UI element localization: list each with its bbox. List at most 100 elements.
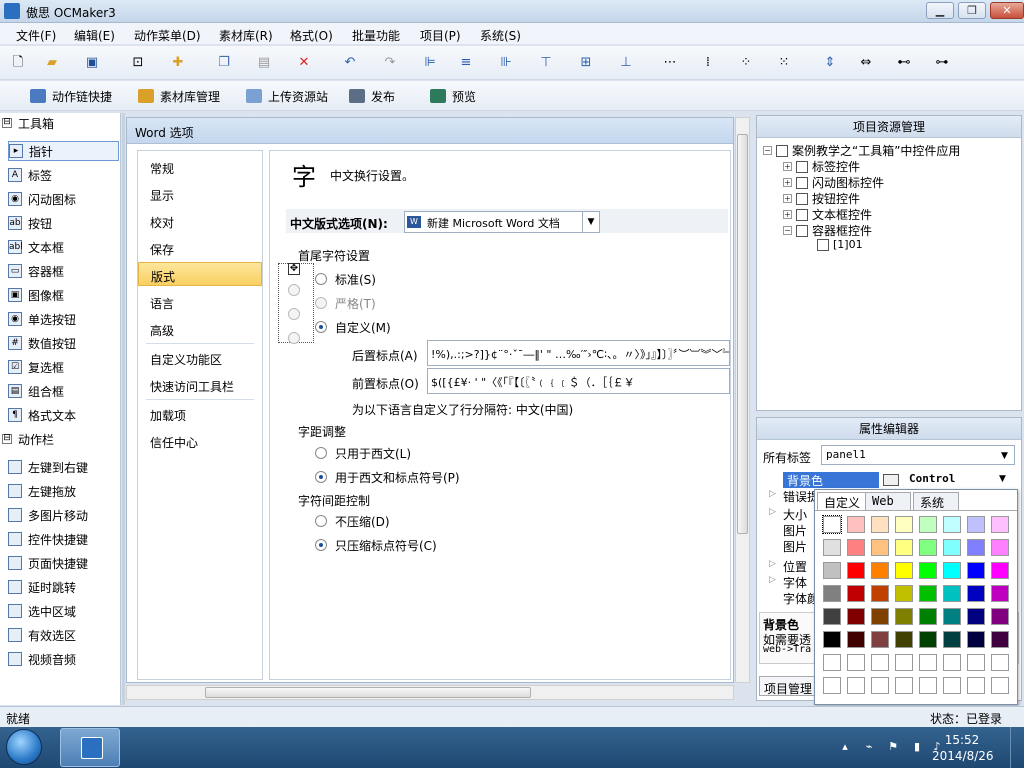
expand-arrow-icon[interactable]: ▷: [769, 575, 776, 585]
nav-customize-ribbon[interactable]: 自定义功能区: [138, 346, 262, 370]
color-swatch[interactable]: [943, 608, 961, 625]
object-select[interactable]: panel1: [821, 445, 1015, 465]
color-swatch[interactable]: [943, 516, 961, 533]
tool-checkbox[interactable]: ☑ 复选框: [8, 357, 64, 377]
color-swatch[interactable]: [895, 516, 913, 533]
tool-combobox[interactable]: ▤ 组合框: [8, 381, 64, 401]
action-delay-jump[interactable]: 延时跳转: [8, 577, 76, 597]
color-swatch[interactable]: [991, 677, 1009, 694]
expand-arrow-icon[interactable]: ▷: [769, 507, 776, 517]
copy-icon[interactable]: ❐: [216, 55, 232, 71]
expand-arrow-icon[interactable]: ▷: [769, 489, 776, 499]
horizontal-scrollbar[interactable]: [126, 685, 734, 700]
color-swatch[interactable]: [823, 631, 841, 648]
align-right-icon[interactable]: ⊪: [498, 55, 514, 71]
color-swatch[interactable]: [871, 677, 889, 694]
usb-icon[interactable]: ⌁: [862, 741, 876, 753]
action-video-audio[interactable]: 视频音频: [8, 649, 76, 669]
collapse-icon[interactable]: ⊟: [2, 118, 12, 128]
h-distribute-icon[interactable]: ⋯: [662, 55, 678, 71]
color-swatch[interactable]: [943, 562, 961, 579]
color-swatch[interactable]: [943, 585, 961, 602]
expand-arrow-icon[interactable]: ▷: [769, 559, 776, 569]
actionbar-header[interactable]: ⊟ 动作栏: [2, 429, 54, 449]
color-swatch[interactable]: [847, 562, 865, 579]
color-swatch[interactable]: [919, 677, 937, 694]
action-shortcut-button[interactable]: 动作链快捷: [30, 87, 112, 105]
color-swatch[interactable]: [871, 654, 889, 671]
radio-spacing-none[interactable]: [315, 515, 327, 527]
undo-icon[interactable]: ↶: [342, 55, 358, 71]
collapse-icon[interactable]: ⊟: [2, 434, 12, 444]
color-swatch[interactable]: [895, 585, 913, 602]
expand-icon[interactable]: +: [783, 210, 792, 219]
align-center-icon[interactable]: ≡: [458, 55, 474, 71]
radio-kerning-western[interactable]: [315, 447, 327, 459]
nav-quick-access[interactable]: 快速访问工具栏: [138, 373, 262, 397]
maximize-button[interactable]: ❐: [958, 2, 986, 19]
menu-file[interactable]: 文件(F): [16, 27, 56, 44]
color-swatch[interactable]: [871, 631, 889, 648]
color-swatch[interactable]: [991, 539, 1009, 556]
same-width-icon[interactable]: ⊷: [896, 55, 912, 71]
color-swatch[interactable]: [943, 677, 961, 694]
color-swatch[interactable]: [823, 539, 841, 556]
tree-node[interactable]: − 容器框控件: [783, 222, 872, 239]
color-swatch[interactable]: [895, 562, 913, 579]
color-swatch[interactable]: [895, 608, 913, 625]
align-left-icon[interactable]: ⊫: [422, 55, 438, 71]
scroll-thumb[interactable]: [737, 134, 748, 534]
nav-typography[interactable]: 版式: [138, 262, 262, 286]
scroll-thumb[interactable]: [205, 687, 531, 698]
prop-row[interactable]: 图片: [783, 538, 807, 555]
radio-kerning-both[interactable]: [315, 471, 327, 483]
v-distribute-icon[interactable]: ⁙: [776, 55, 792, 71]
color-swatch[interactable]: [919, 631, 937, 648]
taskbar-app-button[interactable]: [60, 728, 120, 767]
chevron-down-icon[interactable]: ▼: [1001, 451, 1008, 461]
chevron-down-icon[interactable]: ▼: [582, 212, 599, 232]
tool-flash-icon[interactable]: ◉ 闪动图标: [8, 189, 76, 209]
prop-row[interactable]: 位置: [783, 558, 807, 575]
tree-node[interactable]: + 按钮控件: [783, 190, 860, 207]
color-swatch[interactable]: [943, 631, 961, 648]
action-select-area[interactable]: 选中区域: [8, 601, 76, 621]
same-height-icon[interactable]: ⊶: [934, 55, 950, 71]
color-swatch[interactable]: [967, 654, 985, 671]
delete-icon[interactable]: ✕: [296, 55, 312, 71]
v-equal-icon[interactable]: ⁘: [738, 55, 754, 71]
tool-container[interactable]: ▭ 容器框: [8, 261, 64, 281]
align-top-icon[interactable]: ⊤: [538, 55, 554, 71]
color-swatch[interactable]: [919, 516, 937, 533]
radio-strict[interactable]: [315, 297, 327, 309]
clock[interactable]: 15:52 2014/8/26: [932, 732, 994, 764]
open-icon[interactable]: ▰: [44, 55, 60, 71]
new-icon[interactable]: 🗋: [10, 55, 26, 71]
paste-icon[interactable]: ▤: [256, 55, 272, 71]
color-swatch[interactable]: [919, 654, 937, 671]
tree-leaf[interactable]: [1]01: [817, 238, 863, 251]
document-select[interactable]: 新建 Microsoft Word 文档: [404, 211, 600, 233]
tree-node[interactable]: + 闪动图标控件: [783, 174, 884, 191]
color-swatch[interactable]: [991, 631, 1009, 648]
leading-punct-input[interactable]: $([{£¥· ' "〈《「『【〔〖〝﹙﹛﹝＄（．［｛￡￥: [427, 368, 730, 394]
puzzle-icon[interactable]: ✚: [170, 55, 186, 71]
h-equal-icon[interactable]: ⁞: [700, 55, 716, 71]
nav-trust-center[interactable]: 信任中心: [138, 429, 262, 453]
tab-system[interactable]: 系统: [913, 492, 959, 510]
redo-icon[interactable]: ↷: [382, 55, 398, 71]
color-swatch[interactable]: [871, 562, 889, 579]
color-swatch[interactable]: [919, 539, 937, 556]
expand-icon[interactable]: +: [783, 194, 792, 203]
color-swatch[interactable]: [822, 515, 842, 534]
prop-row[interactable]: 大小: [783, 506, 807, 523]
color-swatch[interactable]: [991, 654, 1009, 671]
prop-row[interactable]: 图片: [783, 522, 807, 539]
nav-proofing[interactable]: 校对: [138, 209, 262, 233]
color-swatch[interactable]: [967, 539, 985, 556]
color-swatch[interactable]: [823, 585, 841, 602]
action-control-shortcut[interactable]: 控件快捷键: [8, 529, 88, 549]
menu-action[interactable]: 动作菜单(D): [134, 27, 201, 44]
vertical-scrollbar[interactable]: [735, 117, 750, 683]
minimize-button[interactable]: ▁: [926, 2, 954, 19]
